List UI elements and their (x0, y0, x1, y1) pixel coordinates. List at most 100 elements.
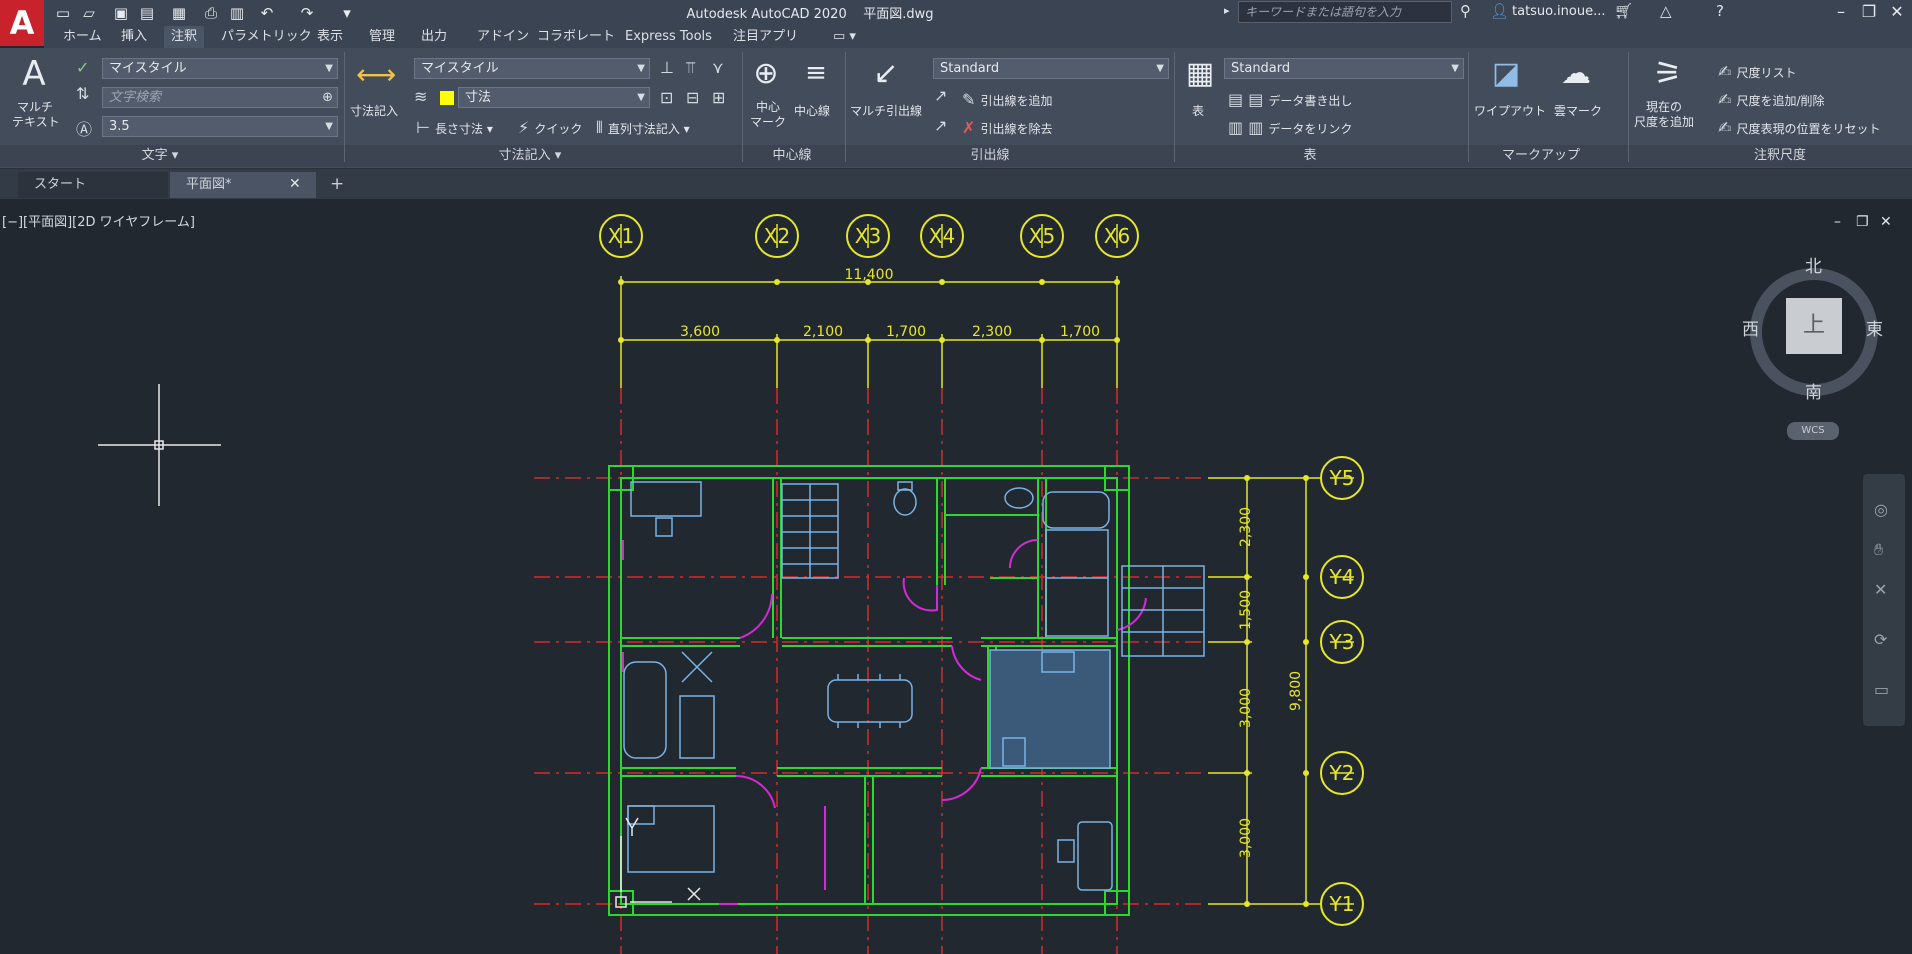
check-spelling-icon[interactable]: ✓ (76, 58, 89, 77)
text-height-icon[interactable]: Ⓐ (76, 116, 92, 140)
redo-icon[interactable]: ↷ (296, 2, 318, 24)
search-expand-icon[interactable]: ▸ (1224, 4, 1230, 17)
data-link-button[interactable]: ▥ ▥ データをリンク (1228, 118, 1352, 137)
menu-tab-8[interactable]: コラボレート (530, 26, 622, 48)
cart-icon[interactable]: 🛒︎ (1614, 2, 1633, 20)
find-text-icon[interactable]: ⇅ (76, 84, 89, 103)
data-extract-button[interactable]: ▤ ▤ データ書き出し (1228, 90, 1352, 109)
web-mobile-icon[interactable]: ▦ (168, 2, 190, 24)
find-text-input[interactable]: 文字検索 ⊕ (102, 87, 338, 108)
leader-style-combo[interactable]: Standard ▼ (933, 58, 1169, 79)
zoom-icon[interactable]: ✕ (1874, 580, 1887, 599)
add-current-scale-button[interactable]: 現在の 尺度を追加 (1634, 100, 1694, 130)
add-leader-button[interactable]: ✎ 引出線を追加 (962, 90, 1053, 109)
binoculars-icon[interactable]: ⚲ (1460, 2, 1471, 20)
center-mark-icon[interactable]: ⊕ (746, 56, 786, 91)
table-button[interactable]: 表 (1192, 102, 1204, 119)
menu-tab-2[interactable]: 注釈 (164, 26, 205, 48)
user-icon[interactable]: 👤︎ (1490, 2, 1509, 20)
compass-north[interactable]: 北 (1805, 252, 1822, 277)
compass-west[interactable]: 西 (1742, 315, 1759, 340)
dim-jog-icon[interactable]: ⊡ (660, 88, 673, 107)
centerline-button[interactable]: 中心線 (794, 102, 830, 119)
dim-reassoc-icon[interactable]: ⊞ (712, 88, 725, 107)
close-button[interactable]: ✕ (1884, 2, 1910, 24)
linear-dim-button[interactable]: ⊢ 長さ寸法 ▾ (416, 118, 493, 137)
remove-leader-button[interactable]: ✗ 引出線を除去 (962, 118, 1053, 137)
qat-dropdown-icon[interactable]: ▾ (336, 2, 358, 24)
scale-list-button[interactable]: ✍︎ 尺度リスト (1718, 62, 1797, 81)
menu-tab-10[interactable]: 注目アプリ (726, 26, 805, 48)
undo-icon[interactable]: ↶ (256, 2, 278, 24)
steeringwheel-icon[interactable]: ◎ (1874, 500, 1888, 519)
close-tab-icon[interactable]: ✕ (289, 176, 301, 192)
dimension-button[interactable]: 寸法記入 (350, 102, 398, 119)
compass-south[interactable]: 南 (1805, 378, 1822, 403)
new-file-icon[interactable]: ▭ (52, 2, 74, 24)
table-icon[interactable]: ▦ (1180, 56, 1220, 91)
pan-icon[interactable]: ✋︎ (1874, 540, 1883, 560)
dim-tick (618, 337, 624, 343)
menu-tab-6[interactable]: 出力 (414, 26, 454, 48)
reset-scale-button[interactable]: ✍︎ 尺度表現の位置をリセット (1718, 118, 1881, 137)
dimension-icon[interactable]: ⟷ (356, 58, 396, 91)
new-tab-icon[interactable]: + (330, 174, 344, 194)
floor-plan-drawing[interactable]: X1 X2 X3 X4 X5 X6 Y5Y4Y3Y2Y1 11,400 3,600 2,1… (0, 200, 1912, 954)
dim-adjust-icon[interactable]: ⫪ (686, 58, 695, 78)
text-height-combo[interactable]: 3.5 ▼ (102, 116, 338, 137)
menu-tab-3[interactable]: パラメトリック (214, 26, 319, 48)
add-current-scale-icon[interactable]: ⚞ (1646, 54, 1690, 92)
leader-align-icon[interactable]: ↗ (934, 116, 947, 135)
table-style-combo[interactable]: Standard ▼ (1224, 58, 1464, 79)
save-as-icon[interactable]: ▤ (136, 2, 158, 24)
user-name[interactable]: tatsuo.inoue... (1512, 4, 1605, 19)
table-panel-title[interactable]: 表 (1280, 146, 1340, 166)
dim-break-icon[interactable]: ⊥ (660, 58, 674, 77)
revision-cloud-button[interactable]: 雲マーク (1554, 102, 1602, 119)
multileader-button[interactable]: マルチ引出線 (850, 102, 922, 119)
wcs-menu[interactable]: WCS (1787, 422, 1839, 440)
revision-cloud-icon[interactable]: ☁︎ (1556, 56, 1596, 91)
help-icon[interactable]: ? (1716, 2, 1724, 20)
dim-inspect-icon[interactable]: ⋎ (712, 58, 724, 77)
leader-settings-icon[interactable]: ↗ (934, 86, 947, 105)
multileader-icon[interactable]: ↙ (866, 56, 906, 91)
wipeout-icon[interactable]: ◪ (1486, 56, 1526, 91)
search-input[interactable]: キーワードまたは語句を入力 (1238, 1, 1452, 23)
menu-tab-0[interactable]: ホーム (56, 26, 109, 48)
workspace-switch-icon[interactable]: ▭ ▾ (826, 26, 863, 48)
compass-east[interactable]: 東 (1866, 315, 1883, 340)
minimize-button[interactable]: – (1828, 2, 1854, 24)
dimension-panel-title[interactable]: 寸法記入 ▾ (470, 146, 590, 166)
doc-tab-start[interactable]: スタート (18, 172, 168, 198)
menu-tab-9[interactable]: Express Tools (618, 26, 719, 48)
add-delete-scale-button[interactable]: ✍︎ 尺度を追加/削除 (1718, 90, 1825, 109)
text-style-combo[interactable]: マイスタイル ▼ (102, 58, 338, 79)
quick-dim-button[interactable]: ⚡︎ クイック (518, 118, 582, 137)
print-icon[interactable]: ▥ (226, 2, 248, 24)
orbit-icon[interactable]: ⟳ (1874, 630, 1887, 649)
wipeout-button[interactable]: ワイプアウト (1474, 102, 1546, 119)
centerline-icon[interactable]: ≡ (796, 58, 836, 88)
menu-tab-1[interactable]: 挿入 (114, 26, 154, 48)
text-panel-title[interactable]: 文字 ▾ (100, 146, 220, 166)
plot-icon[interactable]: ⎙ (200, 2, 222, 24)
menu-tab-4[interactable]: 表示 (310, 26, 350, 48)
save-icon[interactable]: ▣ (110, 2, 132, 24)
continue-dim-button[interactable]: ⫴ 直列寸法記入 ▾ (596, 118, 690, 138)
showmotion-icon[interactable]: ▭ (1874, 680, 1889, 699)
a360-icon[interactable]: △ (1660, 2, 1672, 20)
viewcube-top-face[interactable]: 上 (1786, 298, 1842, 354)
center-mark-button[interactable]: 中心 マーク (750, 100, 786, 130)
restore-button[interactable]: ❐ (1856, 2, 1882, 24)
multiline-text-icon[interactable]: A (14, 54, 54, 94)
open-file-icon[interactable]: ▱ (78, 2, 100, 24)
menu-tab-7[interactable]: アドイン (470, 26, 536, 48)
multiline-text-button[interactable]: マルチ テキスト (12, 100, 60, 130)
leader-panel-title[interactable]: 引出線 (930, 146, 1050, 166)
application-menu-button[interactable]: A (0, 0, 44, 46)
menu-tab-5[interactable]: 管理 (362, 26, 402, 48)
dim-layer-combo[interactable]: 寸法 ▼ (458, 87, 650, 108)
dim-style-combo[interactable]: マイスタイル ▼ (414, 58, 650, 79)
dim-update-icon[interactable]: ⊟ (686, 88, 699, 107)
